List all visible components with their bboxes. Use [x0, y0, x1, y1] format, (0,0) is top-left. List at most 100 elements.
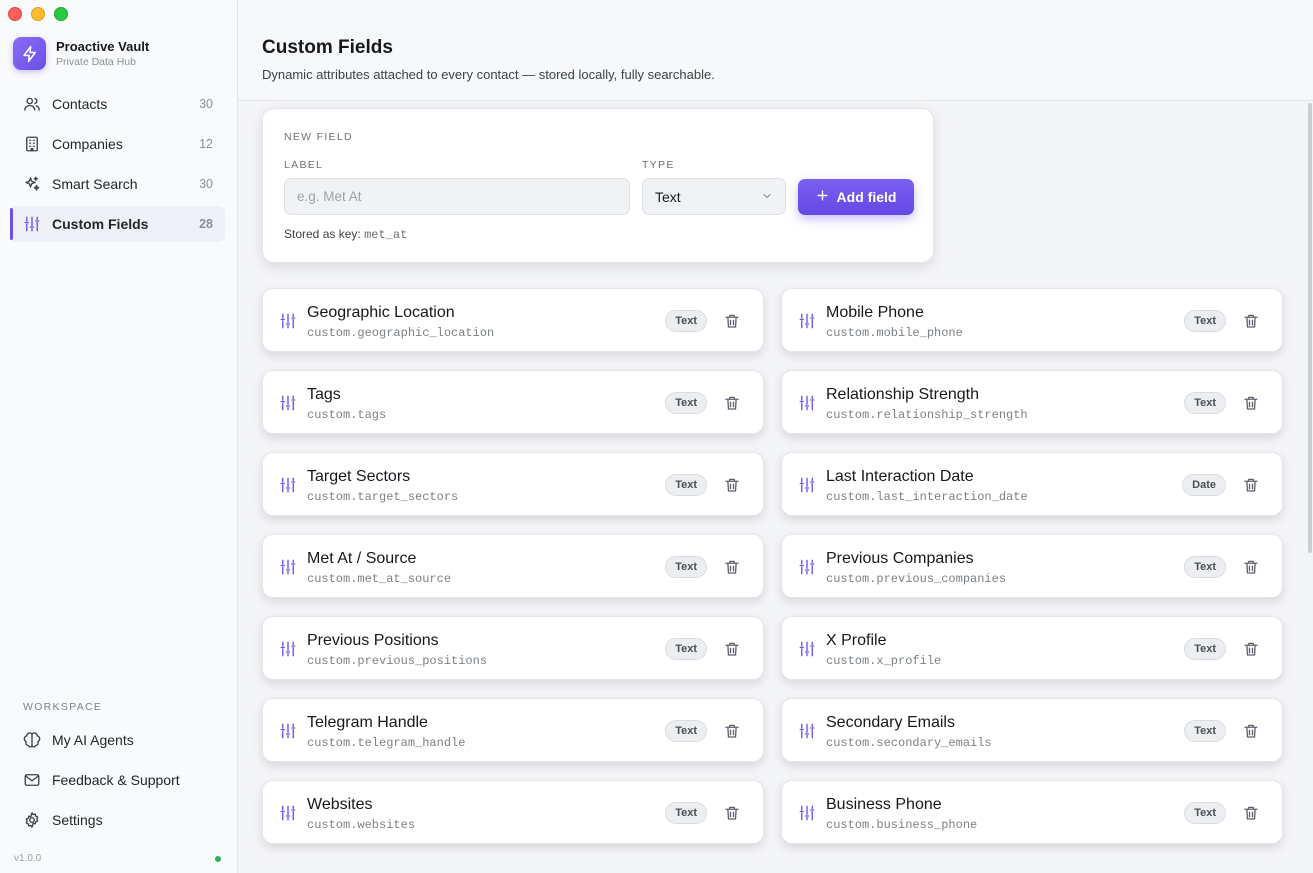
sidebar-item-label: My AI Agents: [52, 732, 134, 748]
sidebar: Proactive Vault Private Data Hub Contact…: [0, 0, 238, 873]
field-card[interactable]: Tags custom.tags Text: [262, 370, 764, 434]
field-type-badge: Text: [1184, 310, 1226, 332]
sliders-icon: [798, 640, 816, 658]
brand: Proactive Vault Private Data Hub: [13, 37, 149, 70]
field-card[interactable]: Mobile Phone custom.mobile_phone Text: [781, 288, 1283, 352]
trash-icon[interactable]: [1242, 394, 1260, 412]
sliders-icon: [798, 558, 816, 576]
field-card[interactable]: Websites custom.websites Text: [262, 780, 764, 844]
mail-icon: [22, 770, 42, 790]
trash-icon[interactable]: [1242, 722, 1260, 740]
close-window-button[interactable]: [8, 7, 22, 21]
sidebar-item-custom-fields[interactable]: Custom Fields 28: [10, 206, 225, 242]
trash-icon[interactable]: [723, 312, 741, 330]
sidebar-item-count: 28: [199, 217, 213, 231]
field-type-badge: Text: [665, 556, 707, 578]
field-card[interactable]: Target Sectors custom.target_sectors Tex…: [262, 452, 764, 516]
sliders-icon: [798, 312, 816, 330]
sidebar-item-label: Custom Fields: [52, 216, 149, 232]
field-key: custom.tags: [307, 408, 387, 422]
new-field-title: NEW FIELD: [284, 131, 353, 143]
field-key: custom.previous_companies: [826, 572, 1007, 586]
trash-icon[interactable]: [1242, 312, 1260, 330]
field-name: Met At / Source: [307, 550, 417, 567]
field-card[interactable]: Relationship Strength custom.relationshi…: [781, 370, 1283, 434]
window-controls: [8, 7, 68, 21]
sliders-icon: [279, 476, 297, 494]
main-content: Custom Fields Dynamic attributes attache…: [238, 0, 1313, 873]
field-name: Relationship Strength: [826, 386, 979, 403]
sliders-icon: [279, 804, 297, 822]
minimize-window-button[interactable]: [31, 7, 45, 21]
chevron-down-icon: [761, 189, 773, 205]
sliders-icon: [279, 312, 297, 330]
sidebar-item-companies[interactable]: Companies 12: [10, 126, 225, 162]
sidebar-item-label: Companies: [52, 136, 123, 152]
trash-icon[interactable]: [723, 558, 741, 576]
sidebar-item-count: 30: [199, 177, 213, 191]
field-type-badge: Date: [1182, 474, 1226, 496]
field-name: Previous Companies: [826, 550, 974, 567]
sidebar-item-ai-agents[interactable]: My AI Agents: [10, 722, 225, 758]
field-card[interactable]: Business Phone custom.business_phone Tex…: [781, 780, 1283, 844]
trash-icon[interactable]: [723, 640, 741, 658]
sidebar-item-label: Contacts: [52, 96, 108, 112]
add-field-button-label: Add field: [836, 189, 897, 205]
field-name: Secondary Emails: [826, 714, 955, 731]
sidebar-item-settings[interactable]: Settings: [10, 802, 225, 838]
page-subtitle: Dynamic attributes attached to every con…: [262, 67, 715, 82]
bolt-icon: [13, 37, 46, 70]
field-name: Telegram Handle: [307, 714, 428, 731]
trash-icon[interactable]: [723, 476, 741, 494]
sidebar-item-smart-search[interactable]: Smart Search 30: [10, 166, 225, 202]
trash-icon[interactable]: [723, 394, 741, 412]
field-key: custom.last_interaction_date: [826, 490, 1028, 504]
type-select[interactable]: Text: [642, 178, 786, 215]
sidebar-item-label: Feedback & Support: [52, 772, 180, 788]
trash-icon[interactable]: [1242, 640, 1260, 658]
zoom-window-button[interactable]: [54, 7, 68, 21]
scrollbar[interactable]: [1308, 103, 1312, 553]
trash-icon[interactable]: [1242, 476, 1260, 494]
trash-icon[interactable]: [1242, 558, 1260, 576]
sliders-icon: [798, 476, 816, 494]
sliders-icon: [798, 394, 816, 412]
sidebar-item-label: Settings: [52, 812, 103, 828]
sliders-icon: [798, 804, 816, 822]
field-card[interactable]: Telegram Handle custom.telegram_handle T…: [262, 698, 764, 762]
sliders-icon: [279, 558, 297, 576]
page-title: Custom Fields: [262, 37, 393, 58]
field-card[interactable]: Secondary Emails custom.secondary_emails…: [781, 698, 1283, 762]
workspace-section-label: WORKSPACE: [23, 701, 103, 713]
field-type-badge: Text: [665, 720, 707, 742]
trash-icon[interactable]: [1242, 804, 1260, 822]
type-select-value: Text: [655, 188, 681, 205]
sparkles-icon: [22, 174, 42, 194]
field-key: custom.telegram_handle: [307, 736, 466, 750]
trash-icon[interactable]: [723, 722, 741, 740]
field-card[interactable]: Previous Companies custom.previous_compa…: [781, 534, 1283, 598]
brand-title: Proactive Vault: [56, 39, 150, 54]
brand-subtitle: Private Data Hub: [56, 56, 136, 68]
field-key: custom.met_at_source: [307, 572, 452, 586]
field-key: custom.geographic_location: [307, 326, 495, 340]
field-card[interactable]: Previous Positions custom.previous_posit…: [262, 616, 764, 680]
field-key: custom.previous_positions: [307, 654, 488, 668]
field-card[interactable]: X Profile custom.x_profile Text: [781, 616, 1283, 680]
field-card[interactable]: Geographic Location custom.geographic_lo…: [262, 288, 764, 352]
field-card[interactable]: Met At / Source custom.met_at_source Tex…: [262, 534, 764, 598]
field-name: X Profile: [826, 632, 887, 649]
trash-icon[interactable]: [723, 804, 741, 822]
field-key: custom.websites: [307, 818, 416, 832]
sidebar-item-feedback[interactable]: Feedback & Support: [10, 762, 225, 798]
field-name: Mobile Phone: [826, 304, 924, 321]
stored-key-hint: Stored as key: met_at: [284, 227, 407, 242]
sidebar-item-contacts[interactable]: Contacts 30: [10, 86, 225, 122]
field-card[interactable]: Last Interaction Date custom.last_intera…: [781, 452, 1283, 516]
field-name: Previous Positions: [307, 632, 439, 649]
add-field-button[interactable]: Add field: [798, 179, 914, 215]
sliders-icon: [279, 722, 297, 740]
field-type-badge: Text: [665, 392, 707, 414]
label-input[interactable]: [284, 178, 630, 215]
field-type-badge: Text: [1184, 638, 1226, 660]
